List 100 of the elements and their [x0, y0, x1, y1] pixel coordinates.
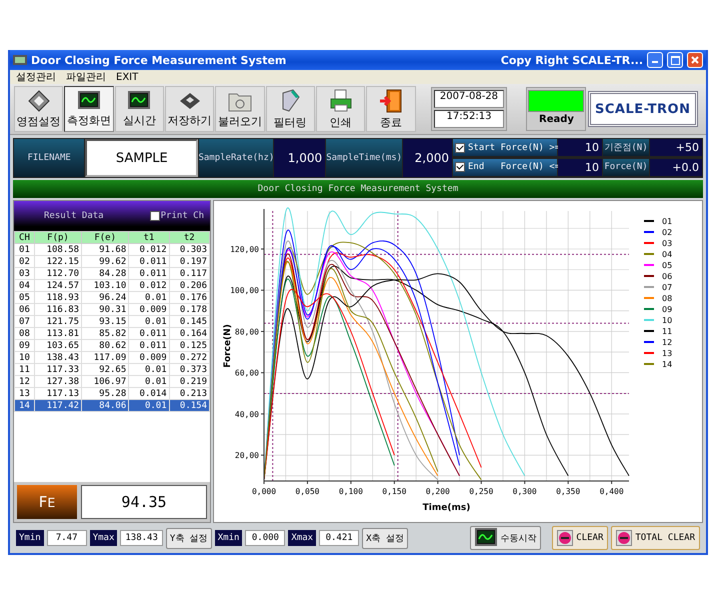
- table-cell: 02: [14, 256, 34, 268]
- field-label: Ymin: [16, 530, 44, 546]
- panel-title: Result Data: [44, 211, 104, 221]
- table-cell: 121.75: [34, 316, 82, 328]
- table-cell: 0.011: [128, 340, 170, 352]
- legend-label: 07: [662, 283, 672, 292]
- table-cell: 90.31: [82, 304, 129, 316]
- table-cell: 117.42: [34, 400, 82, 412]
- y-axis-title: Force(N): [223, 324, 233, 368]
- table-cell: 05: [14, 292, 34, 304]
- date-text: 2007-08-28: [434, 90, 504, 108]
- table-cell: 07: [14, 316, 34, 328]
- window-title: Door Closing Force Measurement System: [31, 54, 288, 66]
- x-tick-label: 0,150: [382, 487, 406, 496]
- table-cell: 14: [14, 400, 34, 412]
- legend-label: 09: [662, 305, 672, 314]
- x-tick-label: 0,250: [469, 487, 494, 496]
- table-cell: 0.272: [169, 352, 210, 364]
- table-cell: 0.012: [128, 280, 170, 292]
- table-cell: 0.145: [169, 316, 210, 328]
- field-label: SampleRate(hz): [199, 139, 274, 177]
- value-display: 2,000: [403, 139, 452, 177]
- column-header: F(e): [82, 232, 129, 244]
- table-cell: 91.68: [82, 244, 129, 256]
- value-display: 1,000: [274, 139, 326, 177]
- table-cell: 108.58: [34, 244, 82, 256]
- legend-label: 02: [662, 228, 672, 237]
- field-label: FILENAME: [14, 139, 84, 177]
- table-cell: 0.197: [169, 256, 210, 268]
- table-cell: 0.011: [128, 268, 170, 280]
- table-cell: 138.43: [34, 352, 82, 364]
- table-cell: 117.09: [82, 352, 129, 364]
- field-label: 기준점(N): [603, 139, 649, 156]
- table-cell: 0.117: [169, 268, 210, 280]
- table-cell: 03: [14, 268, 34, 280]
- title-banner: Door Closing Force Measurement System: [13, 180, 703, 198]
- table-cell: 0.011: [128, 328, 170, 340]
- value-display: 10: [558, 158, 602, 176]
- table-cell: 0.01: [128, 292, 170, 304]
- table-cell: 0.01: [128, 316, 170, 328]
- table-cell: 103.10: [82, 280, 129, 292]
- table-cell: 08: [14, 328, 34, 340]
- logo: SCALE-TRON: [588, 91, 698, 127]
- column-header: F(p): [34, 232, 82, 244]
- table-cell: 124.57: [34, 280, 82, 292]
- x-tick-label: 0,100: [338, 487, 363, 496]
- field-label: Force(N): [603, 158, 649, 176]
- legend-label: 14: [662, 360, 672, 369]
- table-cell: 0.176: [169, 292, 210, 304]
- legend-label: 03: [662, 239, 672, 248]
- time-text: 17:52:13: [434, 110, 504, 128]
- status-text: Ready: [539, 114, 574, 125]
- table-cell: 118.93: [34, 292, 82, 304]
- field-label: Xmax: [288, 530, 316, 546]
- x-axis-title: Time(ms): [422, 503, 470, 513]
- y-tick-label: 40,00: [234, 410, 259, 419]
- table-cell: 12: [14, 376, 34, 388]
- table-cell: 0.011: [128, 256, 170, 268]
- x-tick-label: 0,300: [512, 487, 537, 496]
- table-cell: 01: [14, 244, 34, 256]
- table-cell: 122.15: [34, 256, 82, 268]
- table-cell: 80.62: [82, 340, 129, 352]
- y-tick-label: 20,00: [234, 451, 259, 460]
- table-cell: 0.01: [128, 376, 170, 388]
- table-cell: 0.125: [169, 340, 210, 352]
- column-header: t1: [128, 232, 170, 244]
- table-cell: 117.33: [34, 364, 82, 376]
- table-cell: 04: [14, 280, 34, 292]
- table-cell: 0.01: [128, 364, 170, 376]
- field-label: Xmin: [214, 530, 242, 546]
- table-cell: 0.164: [169, 328, 210, 340]
- fe-value: 94.35: [81, 485, 207, 519]
- value-display: +50: [650, 139, 702, 156]
- table-cell: 10: [14, 352, 34, 364]
- x-tick-label: 0,200: [426, 487, 450, 496]
- value-display: +0.0: [650, 158, 702, 176]
- table-cell: 112.70: [34, 268, 82, 280]
- x-tick-label: 0,350: [556, 487, 580, 496]
- table-cell: 0.303: [169, 244, 210, 256]
- table-cell: 84.28: [82, 268, 129, 280]
- y-tick-label: 60,00: [234, 368, 259, 378]
- table-cell: 106.97: [82, 376, 129, 388]
- value-display: 10: [558, 139, 602, 156]
- legend-label: 13: [662, 349, 672, 358]
- table-cell: 0.206: [169, 280, 210, 292]
- table-cell: 113.81: [34, 328, 82, 340]
- x-tick-label: 0,050: [295, 487, 320, 496]
- table-cell: 09: [14, 340, 34, 352]
- table-cell: 84.06: [82, 400, 129, 412]
- table-cell: 0.178: [169, 304, 210, 316]
- table-cell: 93.15: [82, 316, 129, 328]
- legend-label: 12: [662, 338, 672, 347]
- column-header: t2: [169, 232, 210, 244]
- legend-label: 11: [662, 327, 672, 336]
- column-header: CH: [14, 232, 34, 244]
- x-tick-label: 0,000: [252, 487, 276, 496]
- window-subtitle: Copy Right SCALE-TR...: [500, 54, 643, 66]
- legend-label: 06: [662, 272, 672, 281]
- table-cell: 0.009: [128, 304, 170, 316]
- y-tick-label: 80,00: [234, 327, 259, 336]
